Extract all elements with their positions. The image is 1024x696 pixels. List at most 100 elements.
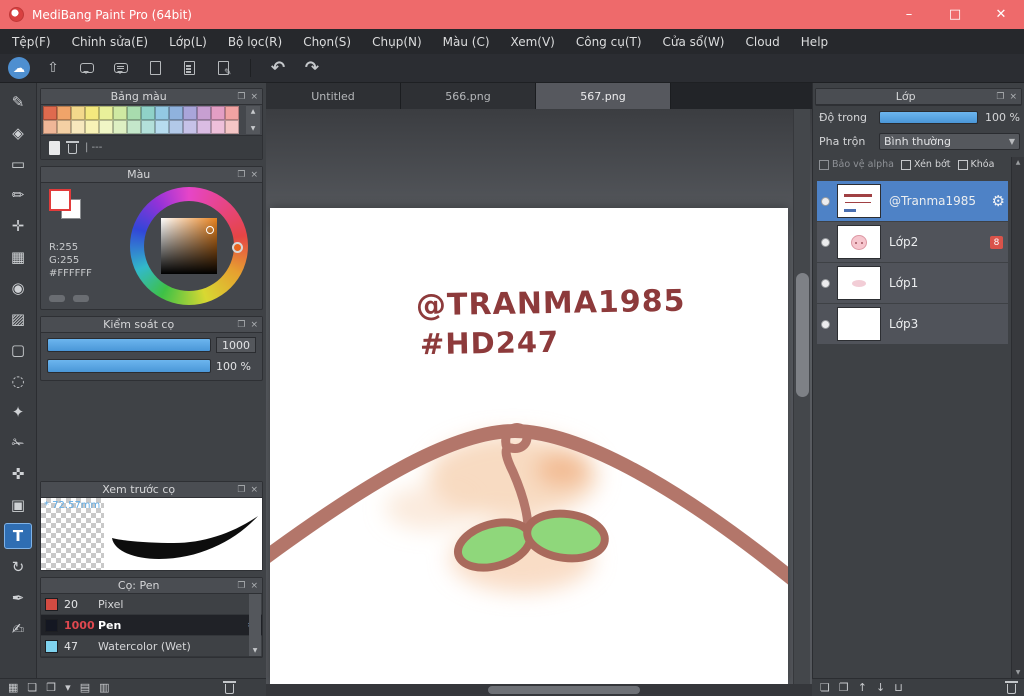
color-wheel[interactable] [130, 187, 248, 305]
menu-help[interactable]: Help [801, 35, 828, 49]
blend-mode-dropdown[interactable]: Bình thường ▼ [879, 133, 1020, 150]
palette-swatch[interactable] [225, 120, 239, 134]
move-tool[interactable]: ✛ [4, 213, 32, 239]
layer-row-lop2[interactable]: Lớp2 8 [817, 222, 1008, 262]
layer-visibility-toggle[interactable] [821, 196, 830, 206]
palette-swatch[interactable] [183, 120, 197, 134]
popout-icon[interactable]: ❐ [237, 320, 245, 330]
layer-opacity-slider[interactable] [879, 111, 978, 124]
eraser-tool[interactable]: ◈ [4, 120, 32, 146]
close-panel-icon[interactable]: × [250, 320, 258, 330]
shape-brush-tool[interactable]: ▭ [4, 151, 32, 177]
close-button[interactable]: ✕ [978, 0, 1024, 29]
save-icon[interactable]: ▥ [99, 682, 109, 693]
folder-icon[interactable]: ▤ [80, 682, 90, 693]
layer-row-tranma1985[interactable]: @Tranma1985 ⚙ [817, 181, 1008, 221]
canvas[interactable]: @TRANMA1985 #HD247 [270, 208, 788, 684]
menu-view[interactable]: Xem(V) [511, 35, 555, 49]
palette-swatch[interactable] [57, 106, 71, 120]
menu-tools[interactable]: Công cụ(T) [576, 35, 642, 49]
bucket-tool[interactable]: ◉ [4, 275, 32, 301]
palette-swatch[interactable] [211, 106, 225, 120]
menu-file[interactable]: Tệp(F) [12, 35, 51, 49]
document-edit-icon[interactable] [212, 57, 234, 79]
palette-swatch[interactable] [113, 120, 127, 134]
gradient-tool[interactable]: ▨ [4, 306, 32, 332]
minimize-button[interactable]: – [886, 0, 932, 29]
dropdown-icon[interactable]: ▾ [65, 682, 71, 693]
layer-row-lop3[interactable]: Lớp3 [817, 304, 1008, 344]
horizontal-scroll-thumb[interactable] [488, 686, 640, 694]
menu-edit[interactable]: Chỉnh sửa(E) [72, 35, 149, 49]
close-panel-icon[interactable]: × [250, 92, 258, 102]
palette-swatch[interactable] [155, 120, 169, 134]
brush-item-watercolor[interactable]: 47 Watercolor (Wet) [41, 636, 262, 657]
palette-swatch[interactable] [99, 106, 113, 120]
canvas-vertical-scrollbar[interactable] [793, 109, 810, 684]
palette-swatch[interactable] [57, 120, 71, 134]
brush-opacity-slider[interactable] [47, 359, 211, 373]
palette-swatch[interactable] [113, 106, 127, 120]
color-mode-buttons[interactable] [49, 291, 97, 305]
delete-color-icon[interactable] [66, 140, 79, 154]
menu-layer[interactable]: Lớp(L) [169, 35, 207, 49]
tab-untitled[interactable]: Untitled [266, 83, 401, 109]
popout-icon[interactable]: ❐ [237, 92, 245, 102]
merge-layer-icon[interactable]: ⊔ [894, 682, 903, 693]
cloud-sync-icon[interactable]: ☁ [8, 57, 30, 79]
menu-capture[interactable]: Chụp(N) [372, 35, 422, 49]
close-panel-icon[interactable]: × [1009, 92, 1017, 102]
foreground-color-swatch[interactable] [49, 189, 71, 211]
text-tool[interactable]: T [4, 523, 32, 549]
menu-cloud[interactable]: Cloud [746, 35, 780, 49]
layer-settings-icon[interactable]: ⚙ [992, 192, 1005, 210]
palette-swatch[interactable] [183, 106, 197, 120]
palette-swatch[interactable] [43, 120, 57, 134]
brush-size-slider[interactable] [47, 338, 211, 352]
delete-layer-icon[interactable] [1005, 680, 1018, 694]
close-panel-icon[interactable]: × [250, 581, 258, 591]
new-document-icon[interactable] [144, 57, 166, 79]
menu-color[interactable]: Màu (C) [443, 35, 490, 49]
palette-swatch[interactable] [155, 106, 169, 120]
redo-icon[interactable]: ↷ [301, 57, 323, 79]
new-canvas-icon[interactable]: ❏ [27, 682, 37, 693]
protect-alpha-checkbox[interactable]: Bảo vệ alpha [819, 159, 894, 170]
layer-row-lop1[interactable]: Lớp1 [817, 263, 1008, 303]
palette-swatch[interactable] [169, 106, 183, 120]
palette-swatch[interactable] [43, 106, 57, 120]
hue-marker[interactable] [232, 242, 243, 253]
layer-down-icon[interactable]: ↓ [876, 682, 885, 693]
palette-swatch[interactable] [211, 120, 225, 134]
magic-wand-tool[interactable]: ✦ [4, 399, 32, 425]
menu-filter[interactable]: Bộ lọc(R) [228, 35, 282, 49]
popout-icon[interactable]: ❐ [237, 170, 245, 180]
palette-swatch[interactable] [169, 120, 183, 134]
palette-swatch[interactable] [197, 120, 211, 134]
palette-swatch[interactable] [141, 120, 155, 134]
layer-visibility-toggle[interactable] [821, 237, 830, 247]
close-panel-icon[interactable]: × [250, 170, 258, 180]
palette-swatch[interactable] [99, 120, 113, 134]
palette-swatch[interactable] [197, 106, 211, 120]
transparency-toggle-icon[interactable]: ▦ [8, 682, 18, 693]
rotate-tool[interactable]: ↻ [4, 554, 32, 580]
palette-swatch[interactable] [85, 106, 99, 120]
tab-567[interactable]: 567.png [536, 83, 671, 109]
menu-select[interactable]: Chọn(S) [303, 35, 351, 49]
layer-up-icon[interactable]: ↑ [858, 682, 867, 693]
lock-checkbox[interactable]: Khóa [957, 159, 994, 170]
undo-icon[interactable]: ↶ [267, 57, 289, 79]
canvas-menu-icon[interactable]: ❐ [46, 682, 56, 693]
upload-icon[interactable]: ⇧ [42, 57, 64, 79]
palette-swatch[interactable] [85, 120, 99, 134]
palette-scroll-spinner[interactable]: ▲ ▼ [246, 106, 260, 134]
brush-tool[interactable]: ✎ [4, 89, 32, 115]
brush-item-pen[interactable]: 1000 Pen ⚙ [41, 615, 262, 636]
brush-item-pixel[interactable]: 20 Pixel [41, 594, 262, 615]
pen-tool[interactable]: ✒ [4, 585, 32, 611]
chat-icon[interactable] [110, 57, 132, 79]
vertical-scroll-thumb[interactable] [796, 273, 809, 397]
menu-window[interactable]: Cửa sổ(W) [663, 35, 725, 49]
popout-icon[interactable]: ❐ [237, 485, 245, 495]
